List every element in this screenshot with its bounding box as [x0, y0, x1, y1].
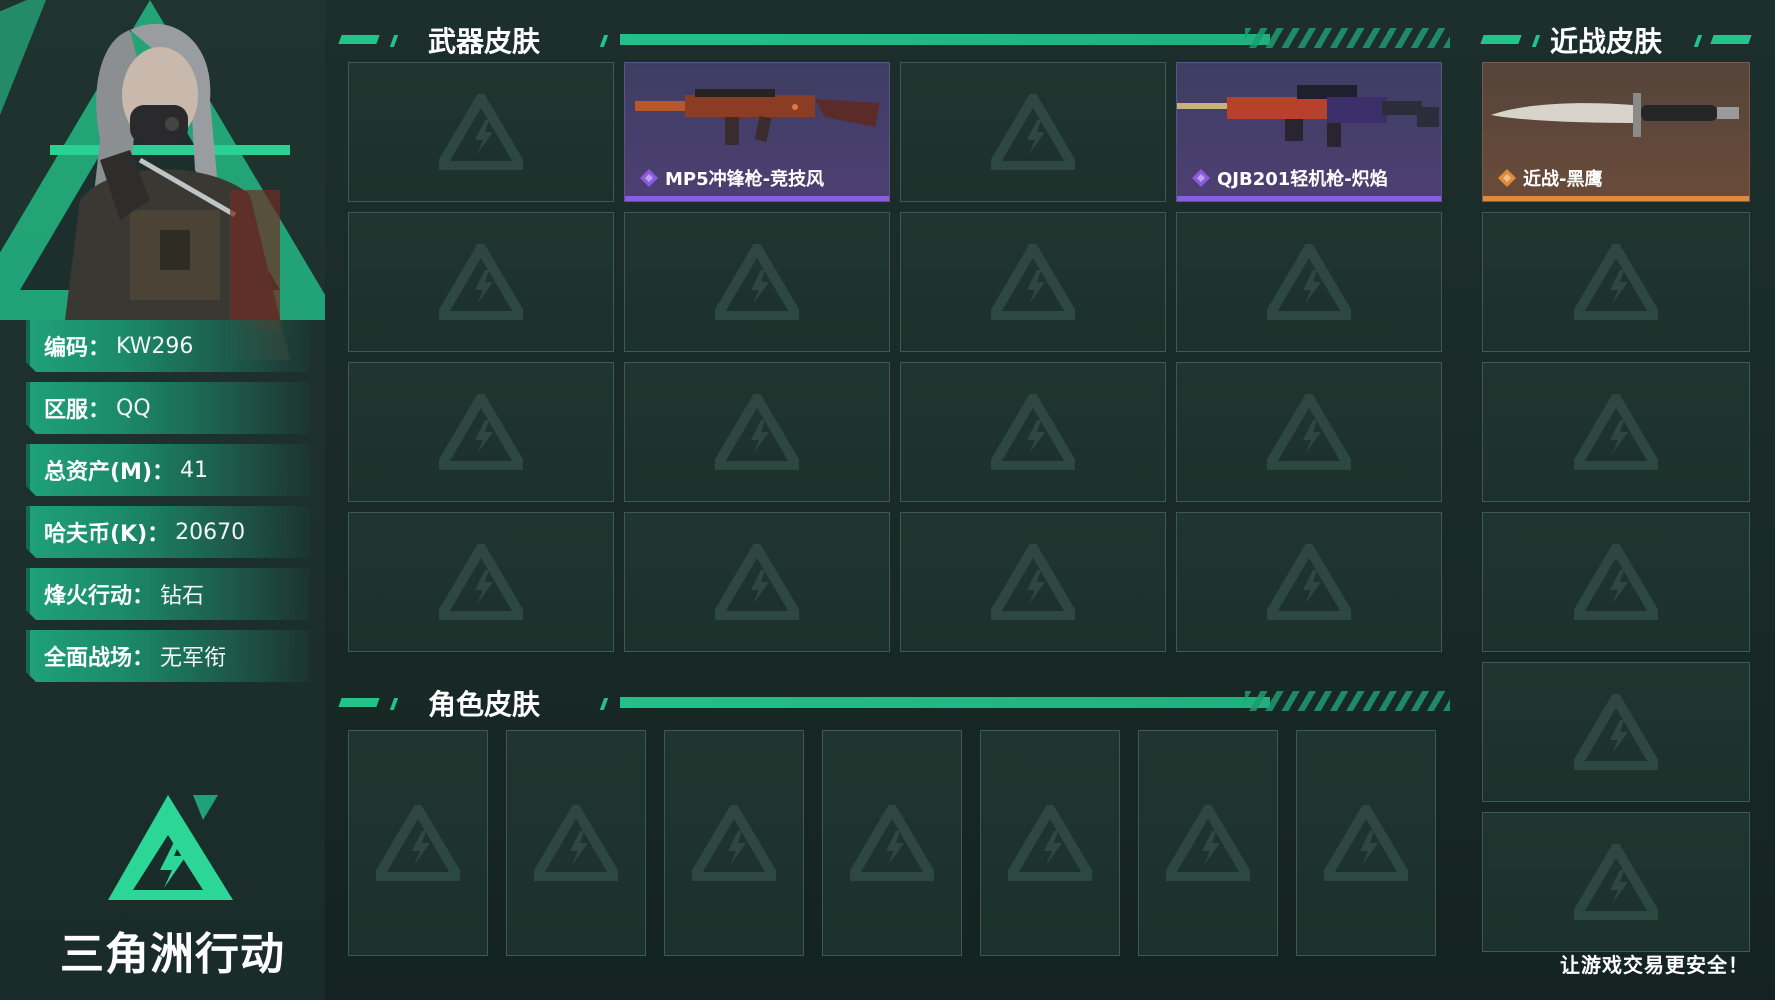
empty-melee-slot[interactable] [1482, 362, 1750, 502]
empty-weapon-slot[interactable] [1176, 362, 1442, 502]
empty-character-slot[interactable] [1138, 730, 1278, 956]
empty-character-slot[interactable] [980, 730, 1120, 956]
info-row-rank-warfare: 全面战场： 无军衔 [26, 630, 310, 682]
empty-weapon-slot[interactable] [624, 212, 890, 352]
rank-warfare-label: 全面战场： [44, 646, 155, 671]
empty-character-slot[interactable] [1296, 730, 1436, 956]
weapon-skins-title: 武器皮肤 [428, 25, 541, 58]
footer-slogan: 让游戏交易更安全！ [1560, 953, 1749, 977]
info-row-server: 区服： QQ [26, 382, 310, 434]
weapon-skin-label: MP5冲锋枪-竞技风 [665, 169, 825, 190]
empty-weapon-slot[interactable] [624, 512, 890, 652]
melee-skins-title: 近战皮肤 [1550, 25, 1663, 58]
empty-weapon-slot[interactable] [348, 362, 614, 502]
weapon-skin-name: QJB201轻机枪-炽焰 [1191, 165, 1388, 191]
weapon-skin-slot[interactable]: MP5冲锋枪-竞技风 [624, 62, 890, 202]
empty-melee-slot[interactable] [1482, 512, 1750, 652]
info-row-rank-ops: 烽火行动： 钻石 [26, 568, 310, 620]
melee-skin-name: 近战-黑鹰 [1497, 165, 1602, 191]
empty-weapon-slot[interactable] [900, 212, 1166, 352]
coins-label: 哈夫币(K)： [44, 522, 170, 547]
black-hawk-knife-art [1491, 93, 1739, 137]
rank-warfare-value: 无军衔 [160, 646, 227, 671]
empty-character-slot[interactable] [506, 730, 646, 956]
delta-logo-icon [108, 795, 233, 900]
character-skins-title: 角色皮肤 [428, 688, 541, 721]
rarity-diamond-icon [1192, 169, 1210, 187]
mp5-art [635, 89, 880, 145]
weapon-skin-label: QJB201轻机枪-炽焰 [1217, 169, 1388, 190]
rank-ops-label: 烽火行动： [44, 584, 155, 609]
code-value: KW296 [116, 333, 194, 359]
empty-character-slot[interactable] [664, 730, 804, 956]
empty-character-slot[interactable] [348, 730, 488, 956]
assets-value: 41 [180, 457, 209, 483]
empty-weapon-slot[interactable] [900, 512, 1166, 652]
empty-weapon-slot[interactable] [1176, 212, 1442, 352]
empty-weapon-slot[interactable] [624, 362, 890, 502]
info-row-code: 编码： KW296 [26, 320, 310, 372]
empty-weapon-slot[interactable] [900, 62, 1166, 202]
melee-skin-label: 近战-黑鹰 [1523, 169, 1603, 190]
weapon-skins-header: 武器皮肤 [338, 20, 1450, 60]
empty-weapon-slot[interactable] [348, 212, 614, 352]
weapon-skin-name: MP5冲锋枪-竞技风 [639, 165, 824, 191]
empty-character-slot[interactable] [822, 730, 962, 956]
assets-label: 总资产(M)： [44, 460, 175, 485]
logo-text: 三角洲行动 [60, 929, 285, 980]
rarity-diamond-icon [1498, 169, 1516, 187]
melee-skins-header: 近战皮肤 [1480, 20, 1752, 60]
rank-ops-value: 钻石 [160, 584, 205, 609]
profile-panel: 编码： KW296 区服： QQ 总资产(M)： 41 哈夫币(K)： 2067… [0, 0, 325, 1000]
empty-weapon-slot[interactable] [348, 62, 614, 202]
rarity-diamond-icon [640, 169, 658, 187]
empty-melee-slot[interactable] [1482, 812, 1750, 952]
weapon-skin-slot[interactable]: QJB201轻机枪-炽焰 [1176, 62, 1442, 202]
info-row-assets: 总资产(M)： 41 [26, 444, 310, 496]
character-portrait [50, 23, 290, 360]
info-row-coins: 哈夫币(K)： 20670 [26, 506, 310, 558]
server-label: 区服： [44, 398, 111, 423]
empty-weapon-slot[interactable] [1176, 512, 1442, 652]
melee-skin-slot[interactable]: 近战-黑鹰 [1482, 62, 1750, 202]
empty-weapon-slot[interactable] [348, 512, 614, 652]
server-value: QQ [116, 395, 151, 421]
coins-value: 20670 [175, 519, 246, 545]
qjb201-art [1177, 85, 1439, 147]
character-skins-header: 角色皮肤 [338, 683, 1450, 723]
empty-melee-slot[interactable] [1482, 212, 1750, 352]
empty-melee-slot[interactable] [1482, 662, 1750, 802]
code-label: 编码： [44, 336, 111, 361]
empty-weapon-slot[interactable] [900, 362, 1166, 502]
